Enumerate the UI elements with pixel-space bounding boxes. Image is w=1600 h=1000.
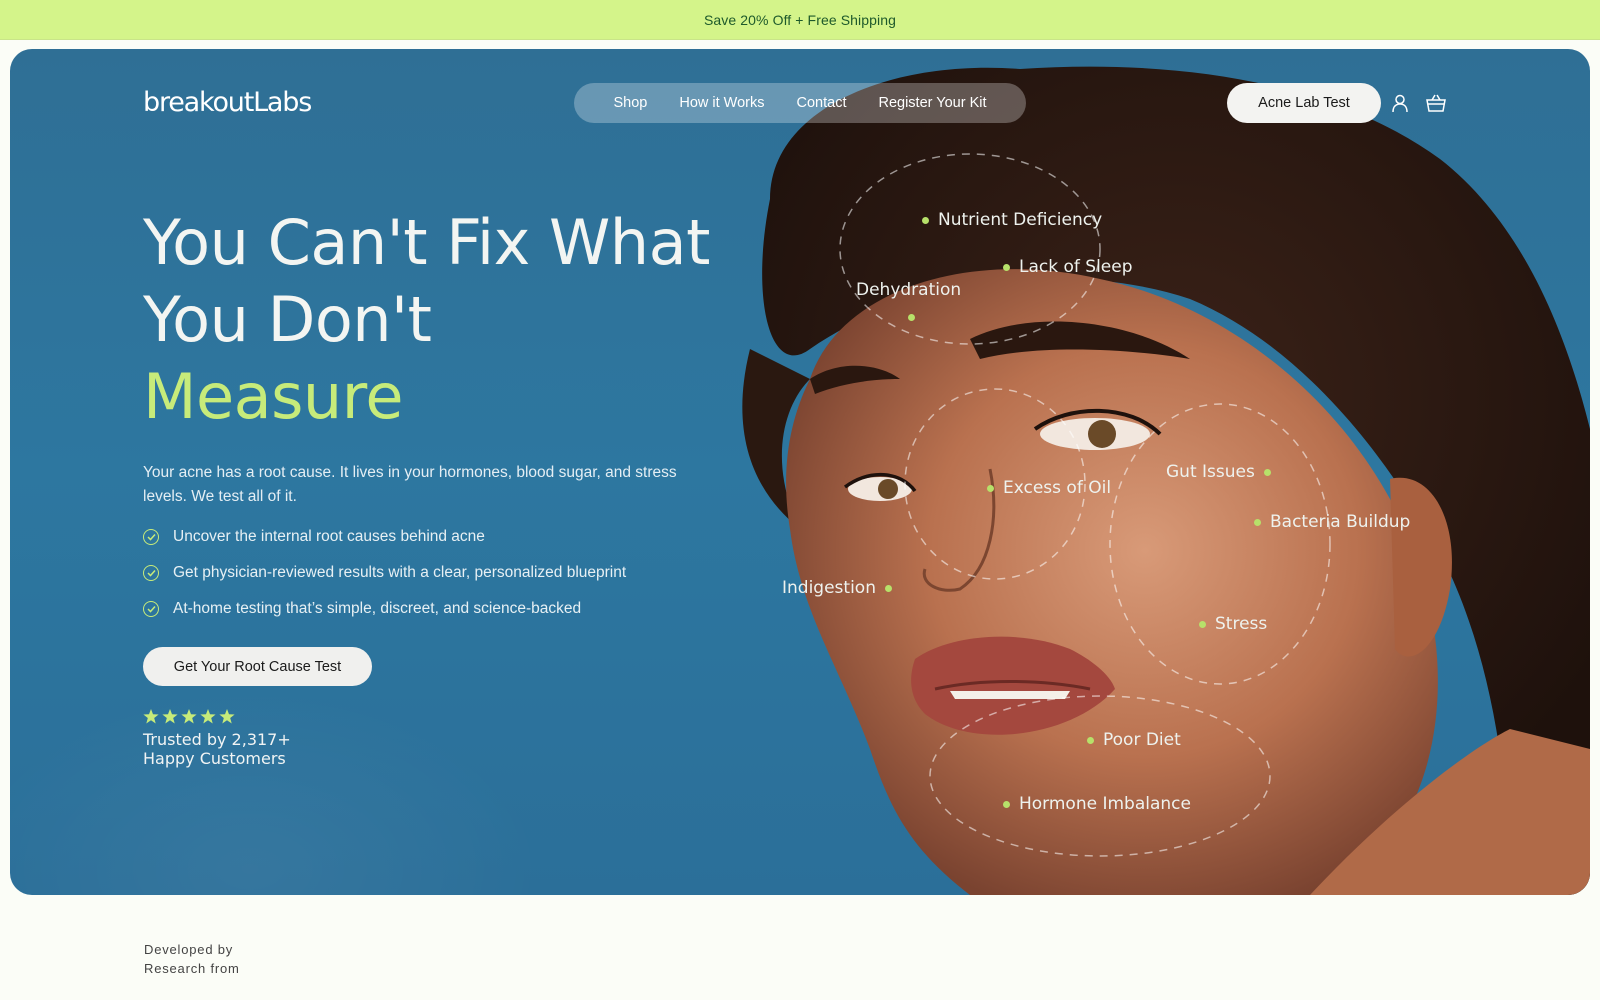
marker-dot (908, 314, 915, 321)
basket-icon[interactable] (1424, 91, 1448, 115)
list-item: At-home testing that’s simple, discreet,… (143, 591, 626, 627)
label-gut-issues: Gut Issues (1166, 462, 1271, 482)
promo-text[interactable]: Save 20% Off + Free Shipping (704, 12, 896, 28)
marker-dot (1254, 518, 1261, 526)
label-dehydration: Dehydration (856, 280, 962, 300)
benefit-list: Uncover the internal root causes behind … (143, 519, 626, 627)
star-icon (162, 709, 178, 724)
label-stress: Stress (1199, 614, 1267, 634)
label-indigestion: Indigestion (782, 578, 892, 598)
marker-dot (1003, 263, 1010, 271)
marker-dot (1087, 736, 1094, 744)
hero-headline: You Can't Fix What You Don't Measure (143, 204, 783, 435)
marker-dot (922, 216, 929, 224)
star-icon (200, 709, 216, 724)
star-icon (219, 709, 235, 724)
benefit-text: At-home testing that’s simple, discreet,… (173, 600, 582, 617)
label-excess-of-oil: Excess of Oil (987, 478, 1111, 498)
check-circle-icon (143, 529, 159, 545)
hero-section: breakoutLabs Shop How it Works Contact R… (10, 49, 1590, 895)
trust-line-1: Trusted by 2,317+ (143, 730, 291, 749)
promo-bar: Save 20% Off + Free Shipping (0, 0, 1600, 40)
developed-line-2: Research from (144, 961, 240, 976)
hero-subtext: Your acne has a root cause. It lives in … (143, 464, 677, 505)
rating-stars (143, 709, 235, 724)
marker-dot (1003, 800, 1010, 808)
main-nav: Shop How it Works Contact Register Your … (574, 83, 1026, 123)
brand-logo[interactable]: breakoutLabs (143, 87, 312, 118)
nav-contact[interactable]: Contact (797, 95, 847, 111)
list-item: Uncover the internal root causes behind … (143, 519, 626, 555)
trust-line-2: Happy Customers (143, 749, 286, 768)
check-circle-icon (143, 601, 159, 617)
star-icon (143, 709, 159, 724)
developed-line-1: Developed by (144, 942, 234, 957)
user-icon[interactable] (1388, 91, 1412, 115)
label-poor-diet: Poor Diet (1087, 730, 1181, 750)
check-circle-icon (143, 565, 159, 581)
get-root-cause-test-button[interactable]: Get Your Root Cause Test (143, 647, 372, 686)
benefit-text: Uncover the internal root causes behind … (173, 528, 485, 545)
acne-lab-test-button[interactable]: Acne Lab Test (1227, 83, 1381, 123)
marker-dot (1199, 620, 1206, 628)
label-nutrient-deficiency: Nutrient Deficiency (922, 210, 1102, 230)
marker-dot (884, 584, 892, 592)
label-hormone-imbalance: Hormone Imbalance (1003, 794, 1191, 814)
headline-line-2: You Don't (143, 283, 432, 356)
headline-line-1: You Can't Fix What (143, 206, 710, 279)
marker-dot (1263, 468, 1271, 476)
developed-by-text: Developed by Research from (144, 940, 240, 978)
star-icon (181, 709, 197, 724)
label-bacteria-buildup: Bacteria Buildup (1254, 512, 1410, 532)
label-lack-of-sleep: Lack of Sleep (1003, 257, 1133, 277)
headline-accent: Measure (143, 360, 404, 433)
nav-how-it-works[interactable]: How it Works (679, 95, 764, 111)
nav-register-your-kit[interactable]: Register Your Kit (878, 95, 986, 111)
trust-text: Trusted by 2,317+ Happy Customers (143, 730, 383, 768)
marker-dot (987, 484, 994, 492)
list-item: Get physician-reviewed results with a cl… (143, 555, 626, 591)
benefit-text: Get physician-reviewed results with a cl… (173, 564, 627, 581)
nav-shop[interactable]: Shop (613, 95, 647, 111)
